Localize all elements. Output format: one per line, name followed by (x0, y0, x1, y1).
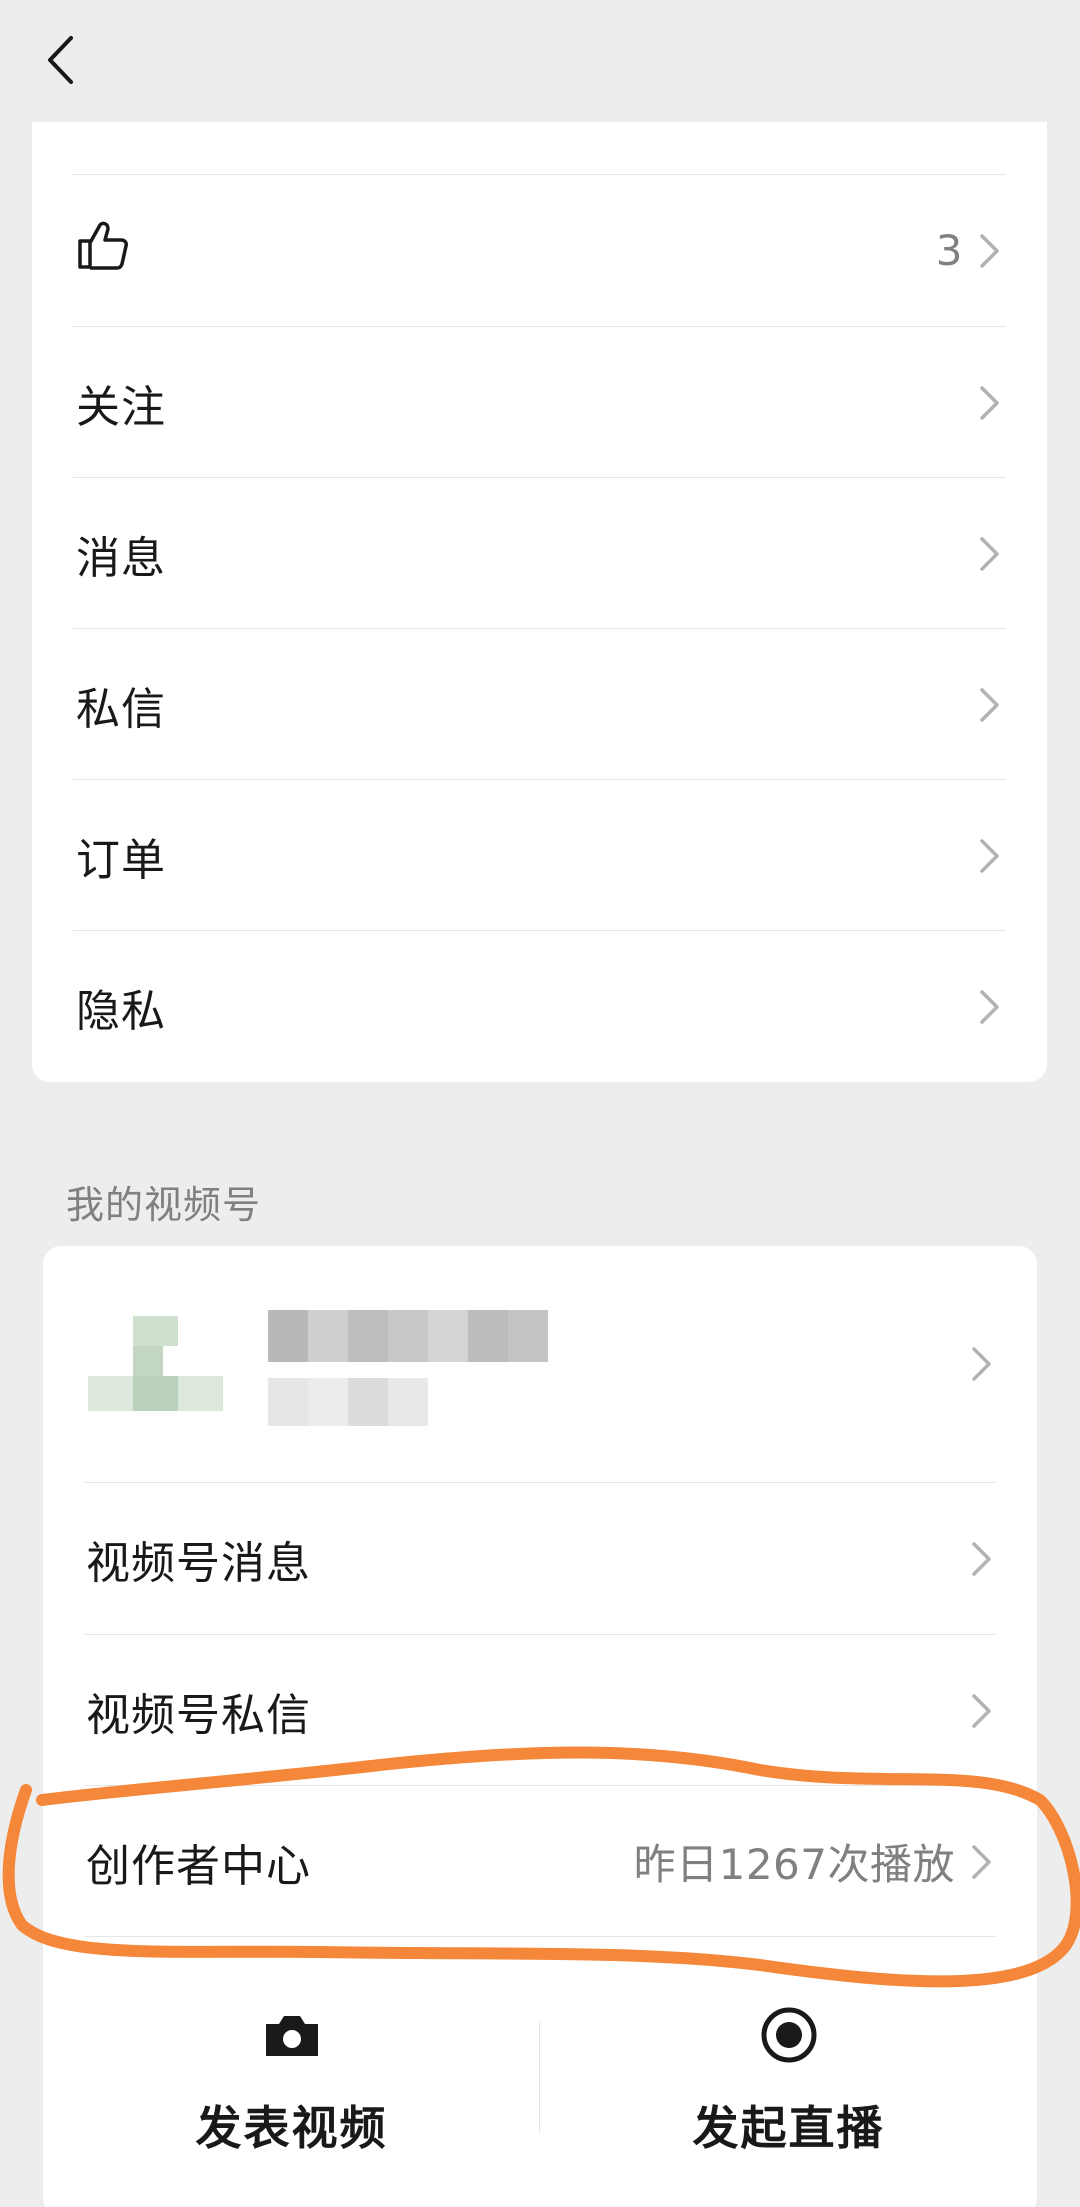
privacy-row[interactable]: 隐私 (32, 931, 1047, 1082)
follow-label: 关注 (76, 381, 166, 433)
orders-row[interactable]: 订单 (32, 780, 1047, 931)
thumbs-up-icon (76, 219, 936, 282)
start-live-button[interactable]: 发起直播 (540, 1982, 1037, 2207)
live-record-icon (761, 2007, 816, 2063)
creator-center-plays: 昨日1267次播放 (633, 1840, 955, 1889)
top-bar (0, 0, 1080, 122)
chevron-right-icon (972, 1541, 991, 1576)
channel-subtitle-blurred (268, 1378, 428, 1426)
chevron-right-icon (972, 1693, 991, 1728)
chevron-right-icon (972, 1844, 991, 1879)
creator-center-label: 创作者中心 (86, 1840, 311, 1892)
channel-messages-label: 视频号消息 (86, 1537, 311, 1589)
post-video-button[interactable]: 发表视频 (43, 1982, 540, 2207)
chevron-right-icon (980, 385, 999, 420)
creator-center-row[interactable]: 创作者中心 昨日1267次播放 (43, 1786, 1037, 1937)
chevron-right-icon (980, 536, 999, 571)
avatar (88, 1316, 223, 1411)
post-video-label: 发表视频 (195, 2101, 388, 2155)
start-live-label: 发起直播 (692, 2101, 885, 2155)
private-messages-row[interactable]: 私信 (32, 629, 1047, 780)
back-arrow-icon (48, 36, 73, 84)
messages-label: 消息 (76, 532, 166, 584)
chevron-right-icon (980, 233, 999, 268)
likes-row[interactable]: 3 (32, 175, 1047, 326)
section-title-my-channels: 我的视频号 (66, 1183, 262, 1227)
privacy-label: 隐私 (76, 985, 166, 1037)
private-messages-label: 私信 (76, 683, 166, 735)
channel-actions: 发表视频 发起直播 (43, 1982, 1037, 2207)
messages-row[interactable]: 消息 (32, 478, 1047, 629)
chevron-right-icon (980, 989, 999, 1024)
channels-card: 视频号消息 视频号私信 创作者中心 昨日1267次播放 发表视频 发起直播 (43, 1246, 1037, 2207)
channel-private-messages-label: 视频号私信 (86, 1689, 311, 1741)
channel-private-messages-row[interactable]: 视频号私信 (43, 1635, 1037, 1786)
me-menu-card: 3 关注 消息 私信 订单 隐私 (32, 122, 1047, 1082)
likes-count: 3 (935, 226, 963, 275)
channel-profile-row[interactable] (43, 1246, 1037, 1482)
back-button[interactable] (30, 28, 90, 92)
chevron-right-icon (980, 687, 999, 722)
follow-row[interactable]: 关注 (32, 327, 1047, 478)
chevron-right-icon (980, 838, 999, 873)
chevron-right-icon (972, 1347, 991, 1381)
camera-icon (265, 2016, 318, 2056)
divider (85, 1936, 995, 1937)
channel-name-blurred (268, 1310, 548, 1362)
orders-label: 订单 (76, 834, 166, 886)
channel-messages-row[interactable]: 视频号消息 (43, 1483, 1037, 1634)
